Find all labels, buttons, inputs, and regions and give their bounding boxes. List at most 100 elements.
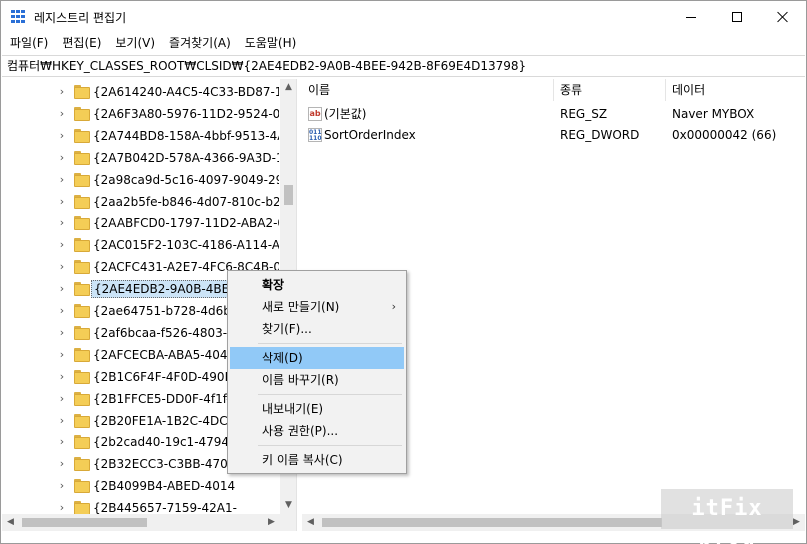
minimize-button[interactable] [668,1,714,33]
window-title: 레지스트리 편집기 [34,11,127,25]
chevron-right-icon[interactable]: › [57,414,67,427]
menu-help[interactable]: 도움말(H) [238,33,304,53]
tree-item[interactable]: › {2A6F3A80-5976-11D2-9524-00 [2,103,279,125]
chevron-right-icon[interactable]: › [57,326,67,339]
watermark: itFix blog [661,489,793,544]
menu-item-label: 내보내기(E) [262,402,324,416]
menu-file[interactable]: 파일(F) [3,33,55,53]
submenu-arrow-icon: › [391,300,396,313]
folder-icon [74,260,90,275]
chevron-right-icon[interactable]: › [57,151,67,164]
menu-item-permissions[interactable]: 사용 권한(P)... [230,420,404,442]
chevron-right-icon[interactable]: › [57,283,67,295]
menu-edit[interactable]: 편집(E) [55,33,108,53]
chevron-right-icon[interactable]: › [57,107,67,120]
status-bar [2,531,805,543]
tree-item[interactable]: › {2AABFCD0-1797-11D2-ABA2-0 [2,212,279,234]
menu-view[interactable]: 보기(V) [108,33,162,53]
chevron-right-icon[interactable]: › [57,348,67,361]
tree-item[interactable]: › {2AC015F2-103C-4186-A114-A0 [2,234,279,256]
menu-item-delete[interactable]: 삭제(D) [230,347,404,369]
tree-item-label: {2AC015F2-103C-4186-A114-A0 [93,238,279,253]
folder-icon [74,238,90,253]
folder-icon [74,347,90,362]
chevron-right-icon[interactable]: › [57,392,67,405]
folder-icon [74,391,90,406]
chevron-right-icon[interactable]: › [57,173,67,186]
menu-item-export[interactable]: 내보내기(E) [230,398,404,420]
menu-separator [258,445,402,446]
context-menu: 확장 새로 만들기(N) › 찾기(F)... 삭제(D) 이름 바꾸기(R) 내… [227,270,407,474]
tree-item-label: {2b2cad40-19c1-4794-I [93,435,237,450]
folder-icon [74,85,90,99]
chevron-right-icon[interactable]: › [57,436,67,448]
tree-item[interactable]: › {2a98ca9d-5c16-4097-9049-29e [2,169,279,191]
chevron-right-icon[interactable]: › [57,502,67,514]
close-button[interactable] [760,1,806,33]
maximize-button[interactable] [714,1,760,33]
menu-bar: 파일(F) 편집(E) 보기(V) 즐겨찾기(A) 도움말(H) [1,33,806,53]
folder-icon [74,150,90,165]
menu-item-label: 사용 권한(P)... [262,424,339,438]
registry-editor-icon [11,10,27,24]
menu-item-new[interactable]: 새로 만들기(N) › [230,296,404,318]
value-row[interactable]: ab (기본값) REG_SZ Naver MYBOX [302,104,805,124]
tree-item[interactable]: › {2B4099B4-ABED-4014 [2,475,279,497]
values-hscroll-thumb[interactable] [322,518,662,527]
column-header-data[interactable]: 데이터 [666,79,805,101]
chevron-right-icon[interactable]: › [57,217,67,229]
folder-icon [74,457,90,472]
chevron-right-icon[interactable]: › [57,239,67,251]
column-header-name[interactable]: 이름 [302,79,554,101]
menu-item-find[interactable]: 찾기(F)... [230,318,404,340]
tree-item-label: {2a98ca9d-5c16-4097-9049-29e [93,172,279,187]
chevron-right-icon[interactable]: › [57,480,67,492]
chevron-right-icon[interactable]: › [57,86,67,98]
tree-hscroll-thumb[interactable] [22,518,147,527]
folder-icon [74,216,90,231]
menu-separator [258,394,402,395]
tree-item[interactable]: › {2A614240-A4C5-4C33-BD87-1E [2,81,279,103]
address-bar[interactable]: 컴퓨터₩HKEY_CLASSES_ROOT₩CLSID₩{2AE4EDB2-9A… [2,55,805,77]
folder-icon [74,479,90,494]
scroll-down-icon[interactable]: ▼ [280,497,296,514]
string-value-icon: ab [308,107,322,121]
menu-favorites[interactable]: 즐겨찾기(A) [162,33,238,53]
folder-icon [74,435,90,450]
minimize-icon [686,16,696,18]
chevron-right-icon[interactable]: › [57,305,67,317]
tree-item-label: {2B20FE1A-1B2C-4DC5 [93,413,236,428]
tree-item[interactable]: › {2A7B042D-578A-4366-9A3D-1 [2,147,279,169]
value-name: SortOrderIndex [324,128,416,142]
scroll-left-icon[interactable]: ◀ [2,514,19,531]
chevron-right-icon[interactable]: › [57,370,67,383]
tree-item[interactable]: › {2aa2b5fe-b846-4d07-810c-b21 [2,191,279,213]
chevron-right-icon[interactable]: › [57,129,67,142]
tree-scroll-thumb[interactable] [284,185,293,205]
value-row[interactable]: 011 110 SortOrderIndex REG_DWORD 0x00000… [302,125,805,145]
chevron-right-icon[interactable]: › [57,195,67,208]
tree-item-label: {2af6bcaa-f526-4803-a [93,325,235,340]
menu-item-label: 새로 만들기(N) [262,300,340,314]
tree-item-label: {2AABFCD0-1797-11D2-ABA2-0 [93,216,279,231]
column-header-type[interactable]: 종류 [554,79,666,101]
scroll-right-icon[interactable]: ▶ [263,514,280,531]
chevron-right-icon[interactable]: › [57,261,67,273]
menu-item-rename[interactable]: 이름 바꾸기(R) [230,369,404,391]
chevron-right-icon[interactable]: › [57,458,67,470]
folder-icon [74,413,90,428]
scroll-left-icon[interactable]: ◀ [302,514,319,531]
tree-item-label: {2A7B042D-578A-4366-9A3D-1 [93,150,279,165]
tree-item-label: {2aa2b5fe-b846-4d07-810c-b21 [93,194,279,209]
menu-item-copy-key-name[interactable]: 키 이름 복사(C) [230,449,404,471]
tree-item[interactable]: › {2A744BD8-158A-4bbf-9513-4A [2,125,279,147]
title-bar[interactable]: 레지스트리 편집기 [1,1,806,33]
close-icon [777,11,789,23]
folder-icon [74,128,90,143]
value-data: Naver MYBOX [672,107,755,121]
menu-item-expand[interactable]: 확장 [230,274,404,296]
menu-separator [258,343,402,344]
scroll-up-icon[interactable]: ▲ [280,79,296,96]
tree-item-label: {2B32ECC3-C3BB-4701 [93,457,236,472]
tree-horizontal-scrollbar[interactable]: ◀ ▶ [2,514,296,531]
